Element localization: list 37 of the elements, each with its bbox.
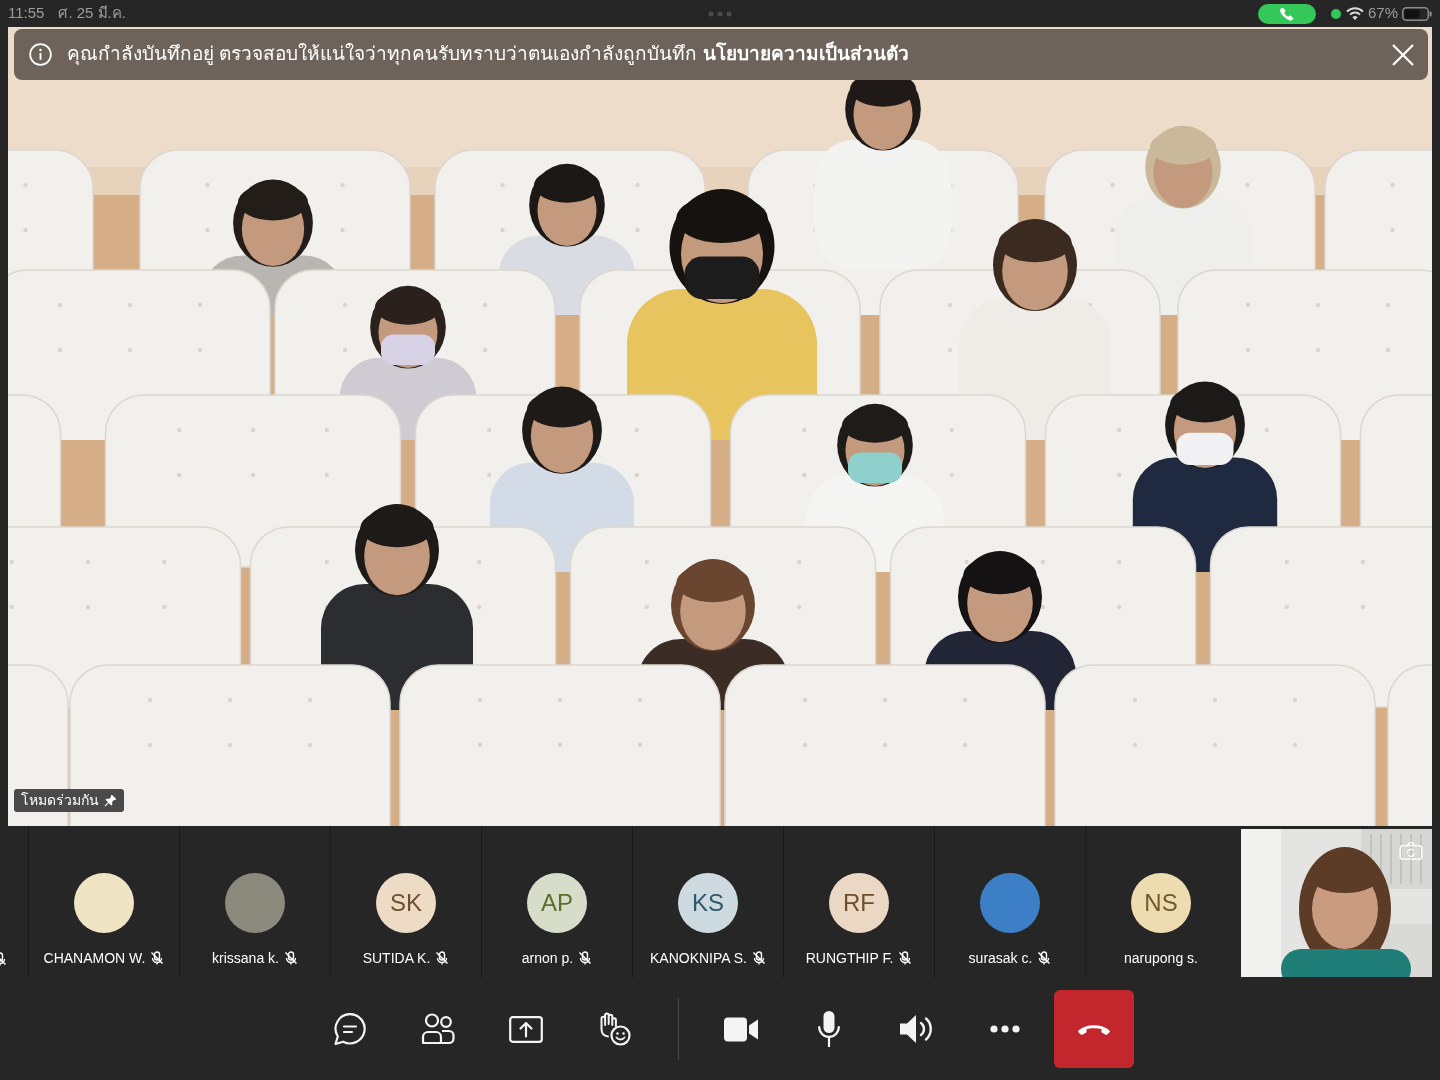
close-icon <box>1392 43 1414 66</box>
share-screen-icon <box>509 1015 543 1043</box>
participant-name: SUTIDA K. <box>362 948 431 968</box>
camera-switch-icon[interactable] <box>1399 842 1423 860</box>
info-icon <box>29 43 52 66</box>
privacy-dot-icon <box>1330 8 1341 19</box>
participant-avatar: SK <box>376 873 436 933</box>
participant-avatar: AP <box>527 873 587 933</box>
battery-icon <box>1402 6 1432 21</box>
participant-name: RUNGTHIP F. <box>805 948 894 968</box>
participant-name: surasak c. <box>968 948 1033 968</box>
battery-percentage: 67% <box>1367 3 1398 24</box>
chat-icon <box>333 1012 367 1046</box>
recording-message: คุณกำลังบันทึกอยู่ ตรวจสอบให้แน่ใจว่าทุกคนรับทราบว่าตนเองกำลังถูกบันทึก นโยบายความเป็นส่วนตัว <box>67 40 910 67</box>
multitask-dots-icon[interactable] <box>708 10 732 17</box>
reactions-icon <box>597 1012 631 1046</box>
hang-up-icon <box>1078 1022 1110 1036</box>
close-button[interactable] <box>1390 41 1416 68</box>
phone-icon <box>1279 6 1294 21</box>
participant-avatar: NS <box>1131 873 1191 933</box>
participant-name: KANOKNIPA S. <box>650 948 747 968</box>
participant-name: arnon p. <box>521 948 574 968</box>
leave-button[interactable] <box>1054 990 1134 1068</box>
call-indicator[interactable] <box>1257 3 1316 24</box>
status-date: ศ. 25 มี.ค. <box>58 3 126 24</box>
participant-name: CHANAMON W. <box>43 948 146 968</box>
more-icon <box>990 1025 1020 1033</box>
privacy-policy-link[interactable]: นโยบายความเป็นส่วนตัว <box>702 43 909 65</box>
participant-name: narupong s. <box>1124 948 1198 968</box>
clock-time: 11:55 <box>8 3 45 24</box>
mode-label: โหมดร่วมกัน <box>21 791 99 810</box>
participant-avatar: KS <box>678 873 738 933</box>
speaker-icon <box>900 1013 934 1045</box>
people-icon <box>421 1013 455 1045</box>
participant-name: krissana k. <box>212 948 279 968</box>
participant-avatar: RF <box>829 873 889 933</box>
wifi-icon <box>1345 7 1364 20</box>
